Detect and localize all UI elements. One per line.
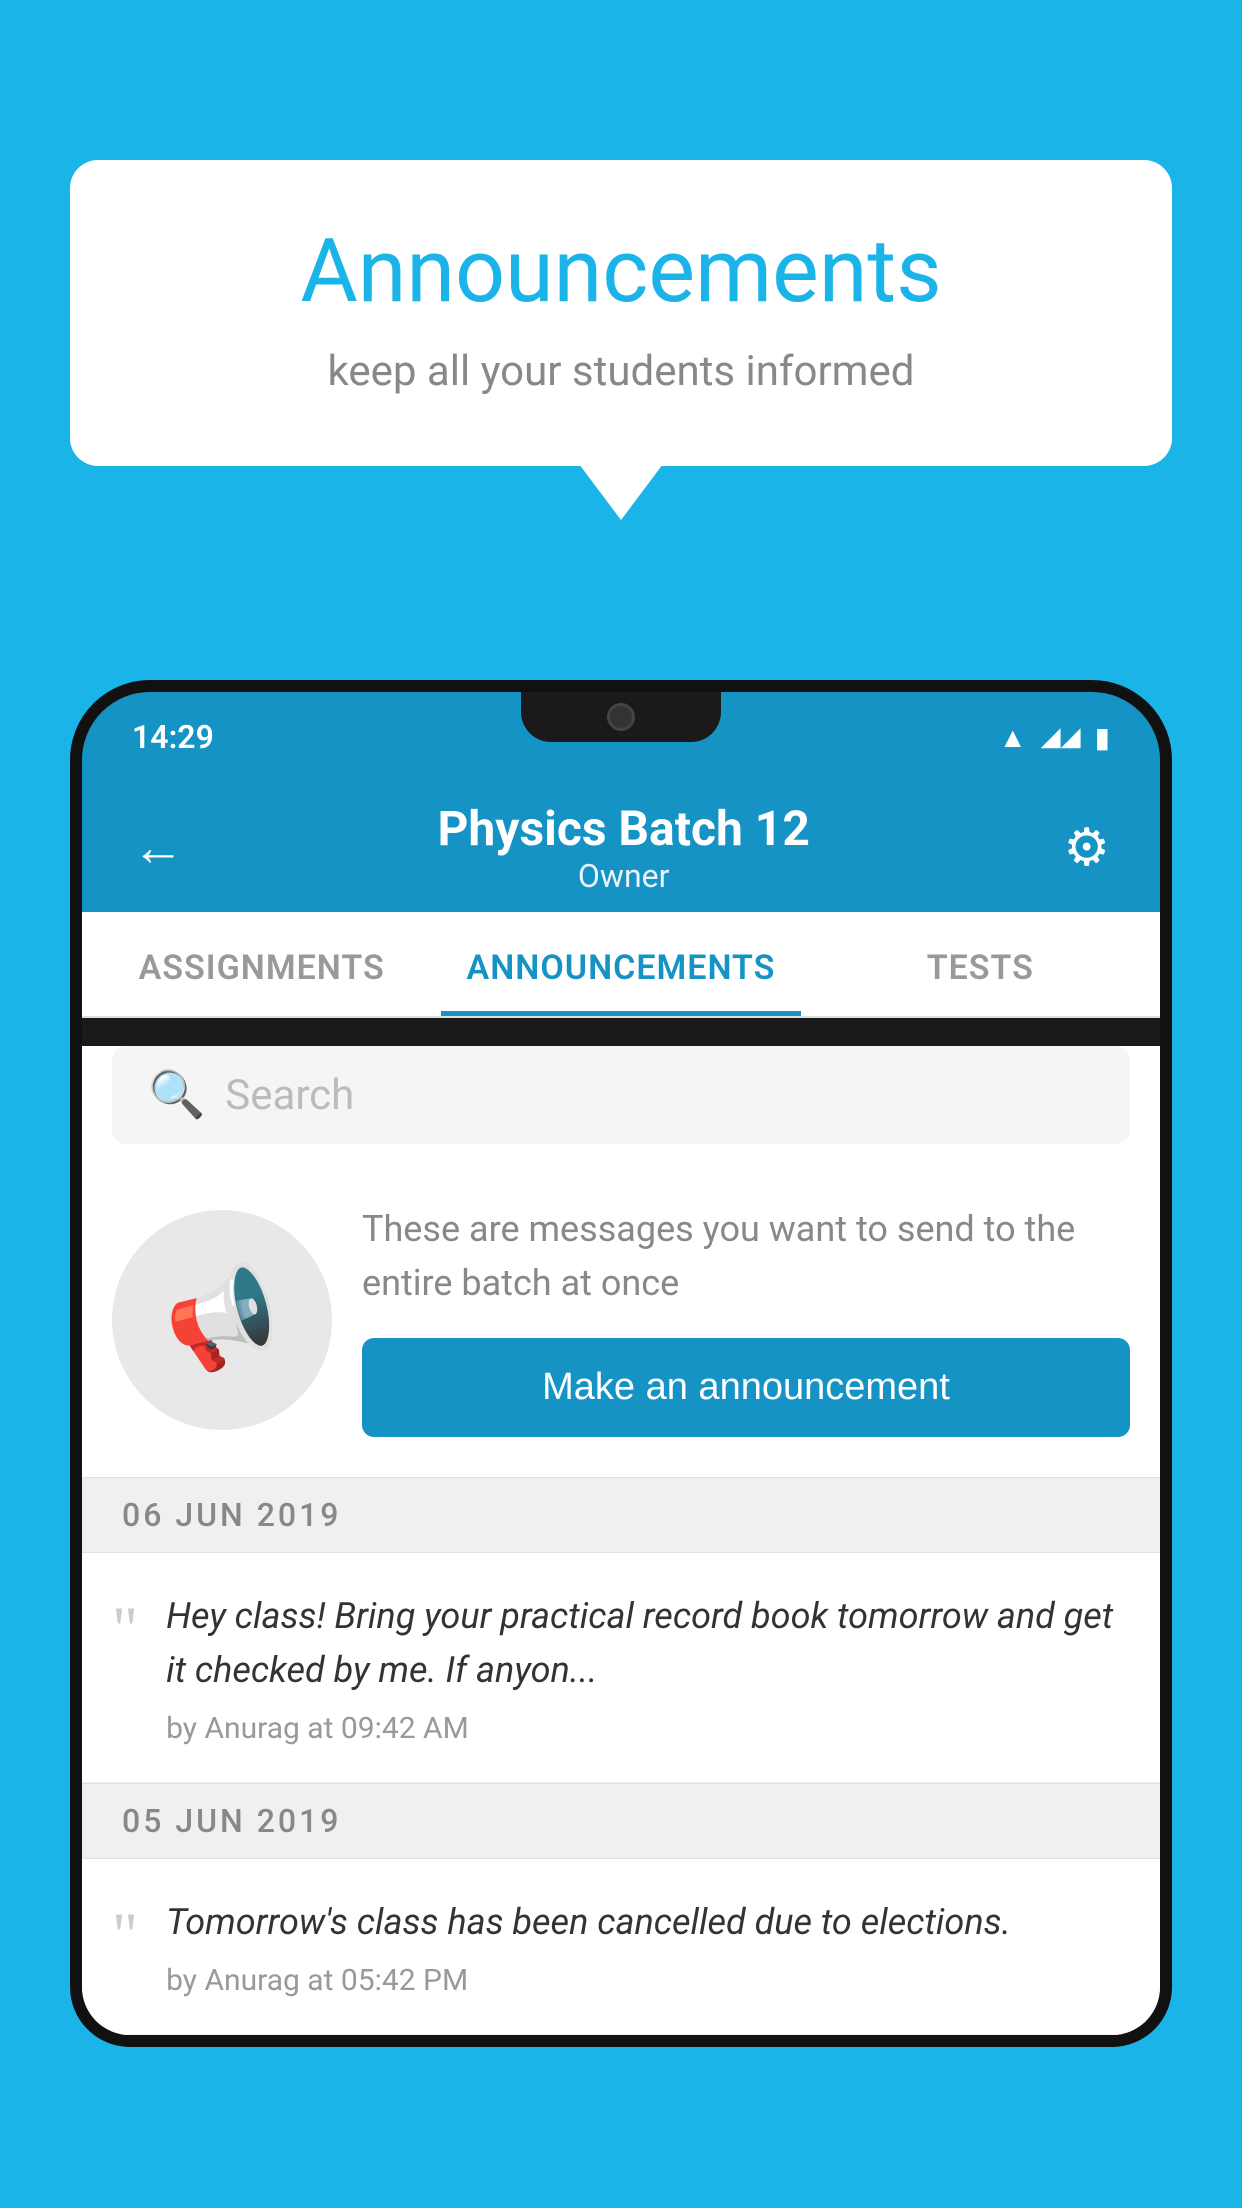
tab-bar: ASSIGNMENTS ANNOUNCEMENTS TESTS bbox=[82, 912, 1160, 1018]
wifi-icon: ▲ bbox=[999, 721, 1027, 754]
search-placeholder: Search bbox=[225, 1071, 354, 1120]
speech-bubble-container: Announcements keep all your students inf… bbox=[70, 160, 1172, 466]
battery-icon: ▮ bbox=[1095, 721, 1110, 754]
tab-assignments[interactable]: ASSIGNMENTS bbox=[82, 912, 441, 1016]
speech-bubble-title: Announcements bbox=[150, 220, 1092, 323]
promo-icon-circle: 📢 bbox=[112, 1210, 332, 1430]
search-icon: 🔍 bbox=[148, 1068, 205, 1122]
date-separator-1: 06 JUN 2019 bbox=[82, 1477, 1160, 1553]
tab-announcements[interactable]: ANNOUNCEMENTS bbox=[441, 912, 800, 1016]
quote-icon-1: " bbox=[112, 1597, 138, 1746]
announcement-text-1: Hey class! Bring your practical record b… bbox=[166, 1589, 1130, 1697]
phone-notch bbox=[521, 692, 721, 742]
announcement-text-2: Tomorrow's class has been cancelled due … bbox=[166, 1895, 1130, 1949]
announcement-item-2: " Tomorrow's class has been cancelled du… bbox=[82, 1859, 1160, 2035]
announcement-content-1: Hey class! Bring your practical record b… bbox=[166, 1589, 1130, 1746]
tab-tests[interactable]: TESTS bbox=[801, 912, 1160, 1016]
quote-icon-2: " bbox=[112, 1903, 138, 1998]
app-header: ← Physics Batch 12 Owner ⚙ bbox=[82, 782, 1160, 912]
status-time: 14:29 bbox=[132, 718, 214, 756]
camera bbox=[607, 703, 635, 731]
date-separator-2: 05 JUN 2019 bbox=[82, 1783, 1160, 1859]
content-area: 🔍 Search 📢 These are messages you want t… bbox=[82, 1046, 1160, 2035]
signal-icon: ◢◢ bbox=[1041, 722, 1081, 752]
search-bar[interactable]: 🔍 Search bbox=[112, 1046, 1130, 1144]
header-title: Physics Batch 12 bbox=[437, 800, 809, 857]
announcement-content-2: Tomorrow's class has been cancelled due … bbox=[166, 1895, 1130, 1998]
phone-frame: 14:29 ▲ ◢◢ ▮ ← Physics Batch 12 Owner ⚙ … bbox=[70, 680, 1172, 2047]
phone-container: 14:29 ▲ ◢◢ ▮ ← Physics Batch 12 Owner ⚙ … bbox=[70, 680, 1172, 2208]
promo-content: These are messages you want to send to t… bbox=[362, 1202, 1130, 1437]
header-subtitle: Owner bbox=[437, 857, 809, 895]
settings-icon[interactable]: ⚙ bbox=[1063, 817, 1110, 878]
make-announcement-button[interactable]: Make an announcement bbox=[362, 1338, 1130, 1437]
announcement-item-1: " Hey class! Bring your practical record… bbox=[82, 1553, 1160, 1783]
header-title-group: Physics Batch 12 Owner bbox=[437, 800, 809, 895]
speech-bubble-subtitle: keep all your students informed bbox=[150, 347, 1092, 396]
speech-bubble: Announcements keep all your students inf… bbox=[70, 160, 1172, 466]
megaphone-icon: 📢 bbox=[154, 1254, 289, 1384]
announcement-meta-2: by Anurag at 05:42 PM bbox=[166, 1963, 1130, 1998]
status-bar: 14:29 ▲ ◢◢ ▮ bbox=[82, 692, 1160, 782]
promo-section: 📢 These are messages you want to send to… bbox=[82, 1172, 1160, 1477]
status-icons: ▲ ◢◢ ▮ bbox=[999, 721, 1110, 754]
announcement-meta-1: by Anurag at 09:42 AM bbox=[166, 1711, 1130, 1746]
promo-description: These are messages you want to send to t… bbox=[362, 1202, 1130, 1310]
back-button[interactable]: ← bbox=[132, 817, 184, 878]
